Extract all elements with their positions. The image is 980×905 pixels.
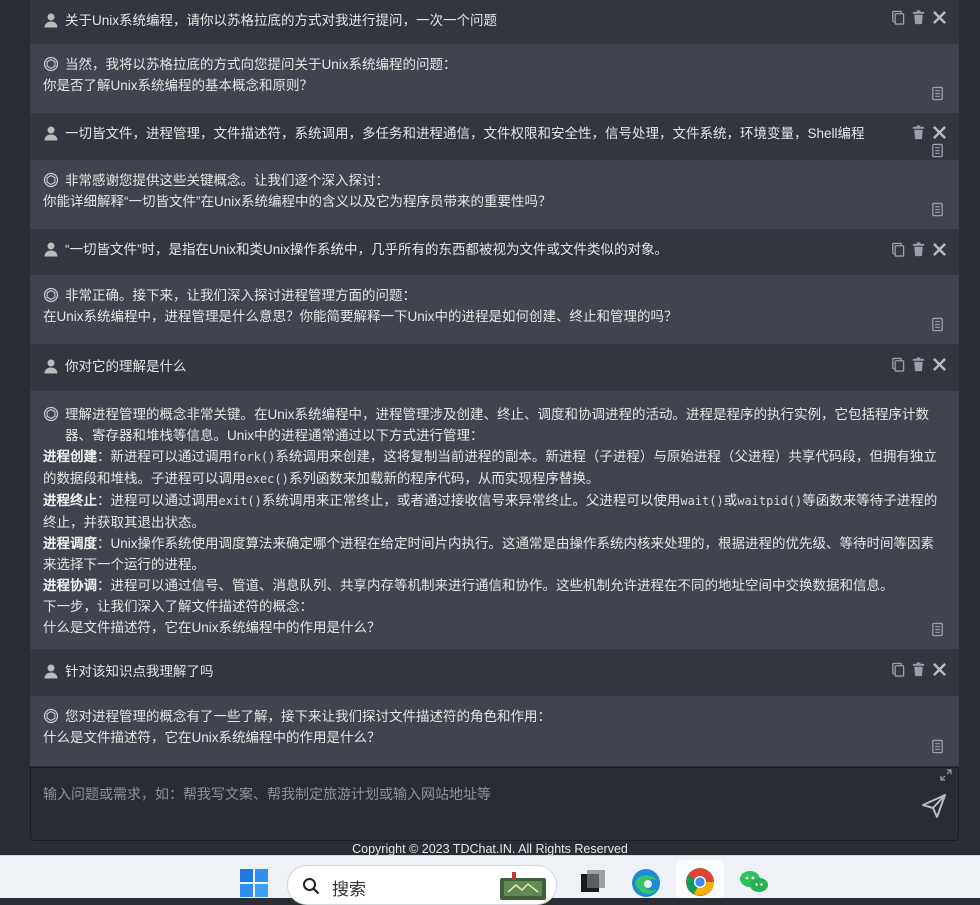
openai-logo-icon [43,287,59,303]
list-item: 进程调度：Unix操作系统使用调度算法来确定哪个进程在给定时间片内执行。这通常是… [43,533,946,575]
user-avatar-icon [44,664,58,679]
assistant-message: 非常正确。接下来，让我们深入探讨进程管理方面的问题： 在Unix系统编程中，进程… [30,275,959,344]
item-text: 系统调用来正常终止，或者通过接收信号来异常终止。父进程可以使用 [261,493,681,508]
list-item: 进程终止：进程可以通过调用exit()系统调用来正常终止，或者通过接收信号来异常… [43,490,946,533]
message-composer [30,767,959,841]
inline-code: exec() [245,472,289,486]
message-text: 关于Unix系统编程，请你以苏格拉底的方式对我进行提问，一次一个问题 [65,13,498,28]
user-message: 一切皆文件，进程管理，文件描述符，系统调用，多任务和进程通信，文件权限和安全性，… [30,113,959,160]
message-text: 一切皆文件，进程管理，文件描述符，系统调用，多任务和进程通信，文件权限和安全性，… [65,126,865,141]
message-actions [890,357,947,372]
assistant-message: 您对进程管理的概念有了一些了解，接下来让我们探讨文件描述符的角色和作用： 什么是… [30,696,959,766]
edge-browser-icon[interactable] [630,866,662,898]
copy-icon[interactable] [890,242,905,257]
inline-code: exit() [218,494,262,508]
search-icon [303,878,320,895]
openai-logo-icon [43,708,59,724]
close-icon[interactable] [932,125,947,140]
list-item: 进程协调：进程可以通过信号、管道、消息队列、共享内存等机制来进行通信和协作。这些… [43,575,946,596]
task-view-icon[interactable] [577,866,609,898]
message-line: 你是否了解Unix系统编程的基本概念和原则？ [43,78,314,93]
inline-code: waitpid() [737,494,803,508]
search-highlight-icon [500,872,546,900]
windows-start-icon[interactable] [239,868,269,898]
copy-icon[interactable] [930,739,945,754]
message-line: 非常感谢您提供这些关键概念。让我们逐个深入探讨： [65,173,389,188]
trash-icon[interactable] [911,125,926,140]
item-text: 或 [723,493,738,508]
assistant-message: 非常感谢您提供这些关键概念。让我们逐个深入探讨： 你能详细解释“一切皆文件”在U… [30,160,959,229]
windows-taskbar: 搜索 [0,855,980,905]
chrome-browser-icon[interactable] [684,866,716,898]
copyright-footer: Copyright © 2023 TDChat.IN. All Rights R… [352,842,628,856]
message-actions [890,242,947,257]
assistant-message: 理解进程管理的概念非常关键。在Unix系统编程中，进程管理涉及创建、终止、调度和… [30,391,959,649]
list-item: 进程创建：新进程可以通过调用fork()系统调用来创建，这将复制当前进程的副本。… [43,446,946,490]
item-label: 进程创建 [43,449,97,464]
copy-icon[interactable] [930,143,945,158]
item-text: 系列函数来加载新的程序代码，从而实现程序替换。 [288,471,600,486]
message-actions [890,662,947,677]
inline-code: fork() [232,450,276,464]
message-text: 你对它的理解是什么 [65,359,187,374]
taskbar-search[interactable]: 搜索 [287,865,557,905]
message-line: 您对进程管理的概念有了一些了解，接下来让我们探讨文件描述符的角色和作用： [65,709,551,724]
item-label: 进程调度 [43,536,97,551]
user-avatar-icon [44,126,58,141]
message-actions [911,125,947,140]
trash-icon[interactable] [911,662,926,677]
message-actions [890,10,947,25]
copy-icon[interactable] [930,622,945,637]
item-label: 进程协调 [43,578,97,593]
message-line: 什么是文件描述符，它在Unix系统编程中的作用是什么？ [43,620,381,635]
send-icon[interactable] [920,792,948,820]
trash-icon[interactable] [911,10,926,25]
message-text: 针对该知识点我理解了吗 [65,664,214,679]
message-input[interactable] [41,782,905,826]
user-avatar-icon [44,242,58,257]
close-icon[interactable] [932,662,947,677]
message-intro: 理解进程管理的概念非常关键。在Unix系统编程中，进程管理涉及创建、终止、调度和… [65,407,930,443]
expand-icon[interactable] [940,769,952,781]
close-icon[interactable] [932,10,947,25]
copy-icon[interactable] [890,357,905,372]
item-label: 进程终止 [43,493,97,508]
item-text: ：进程可以通过信号、管道、消息队列、共享内存等机制来进行通信和协作。这些机制允许… [97,578,894,593]
openai-logo-icon [43,56,59,72]
message-line: 非常正确。接下来，让我们深入探讨进程管理方面的问题： [65,288,416,303]
message-line: 在Unix系统编程中，进程管理是什么意思？你能简要解释一下Unix中的进程是如何… [43,309,678,324]
chat-history: 关于Unix系统编程，请你以苏格拉底的方式对我进行提问，一次一个问题 当然，我将… [30,0,959,766]
openai-logo-icon [43,172,59,188]
openai-logo-icon [43,406,59,422]
trash-icon[interactable] [911,242,926,257]
user-message: 关于Unix系统编程，请你以苏格拉底的方式对我进行提问，一次一个问题 [30,0,959,44]
user-avatar-icon [44,13,58,28]
item-text: ：新进程可以通过调用 [97,449,232,464]
user-message: “一切皆文件”时，是指在Unix和类Unix操作系统中，几乎所有的东西都被视为文… [30,229,959,275]
wechat-icon[interactable] [738,866,770,898]
message-line: 当然，我将以苏格拉底的方式向您提问关于Unix系统编程的问题： [65,57,457,72]
inline-code: wait() [680,494,724,508]
copy-icon[interactable] [930,317,945,332]
copy-icon[interactable] [930,202,945,217]
assistant-message: 当然，我将以苏格拉底的方式向您提问关于Unix系统编程的问题： 你是否了解Uni… [30,44,959,113]
close-icon[interactable] [932,242,947,257]
copy-icon[interactable] [930,86,945,101]
copy-icon[interactable] [890,10,905,25]
message-line: 什么是文件描述符，它在Unix系统编程中的作用是什么？ [43,730,381,745]
search-label: 搜索 [332,880,366,899]
message-text: “一切皆文件”时，是指在Unix和类Unix操作系统中，几乎所有的东西都被视为文… [65,242,669,257]
user-message: 你对它的理解是什么 [30,344,959,391]
message-line: 下一步，让我们深入了解文件描述符的概念： [43,599,313,614]
user-message: 针对该知识点我理解了吗 [30,649,959,696]
item-text: ：进程可以通过调用 [97,493,219,508]
item-text: ：Unix操作系统使用调度算法来确定哪个进程在给定时间片内执行。这通常是由操作系… [43,536,935,572]
trash-icon[interactable] [911,357,926,372]
message-line: 你能详细解释“一切皆文件”在Unix系统编程中的含义以及它为程序员带来的重要性吗… [43,194,552,209]
copy-icon[interactable] [890,662,905,677]
close-icon[interactable] [932,357,947,372]
user-avatar-icon [44,359,58,374]
